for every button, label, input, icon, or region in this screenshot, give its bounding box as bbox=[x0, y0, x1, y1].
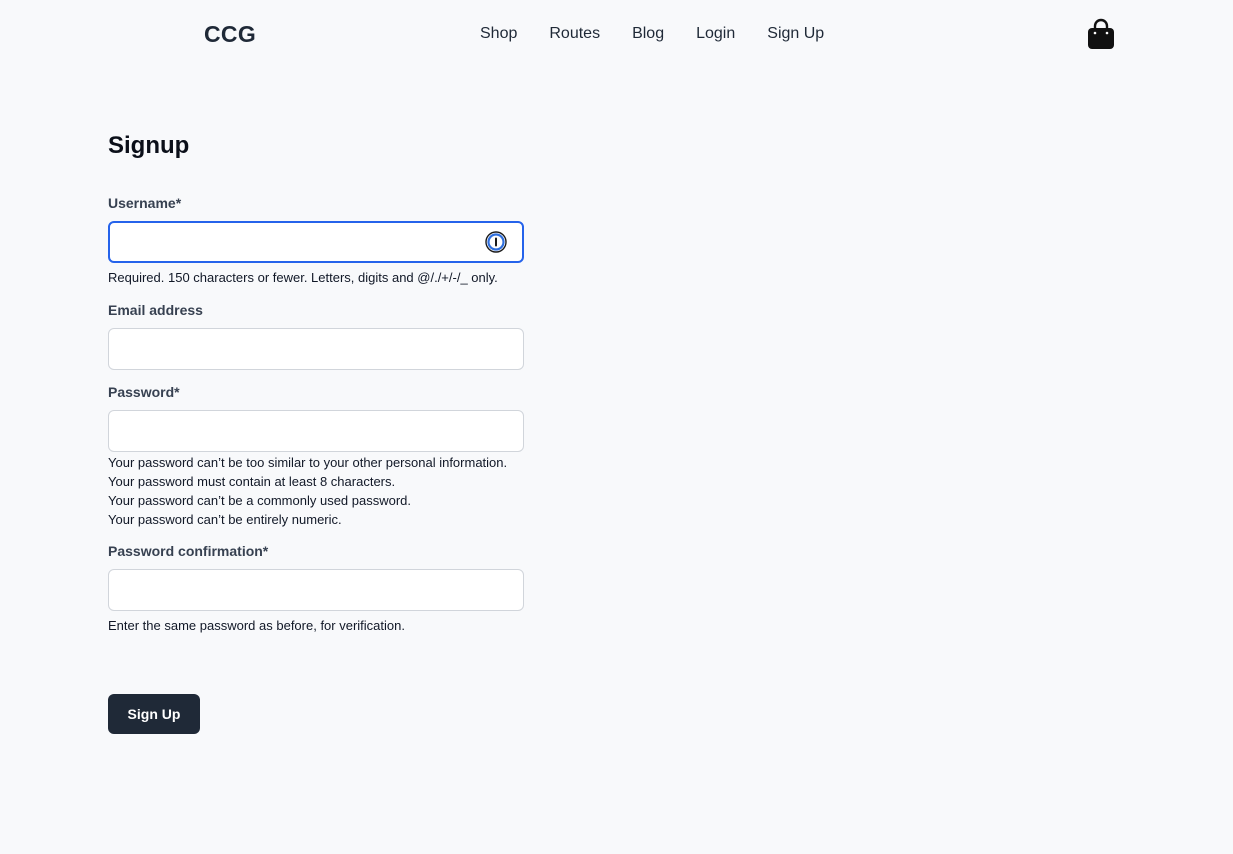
nav-links: Shop Routes Blog Login Sign Up bbox=[480, 23, 856, 45]
username-input[interactable] bbox=[108, 221, 524, 263]
password-help-item: Your password can’t be a commonly used p… bbox=[108, 493, 412, 508]
password-confirmation-input[interactable] bbox=[108, 569, 524, 611]
password-confirmation-group: Password confirmation* Enter the same pa… bbox=[108, 541, 538, 635]
nav-link-login[interactable]: Login bbox=[696, 23, 735, 45]
email-input[interactable] bbox=[108, 328, 524, 370]
password-help-item: Your password must contain at least 8 ch… bbox=[108, 474, 396, 489]
nav-link-sign-up[interactable]: Sign Up bbox=[767, 23, 824, 45]
signup-form: Username* Required. 150 characters or fe… bbox=[108, 193, 538, 635]
password-help-list: Your password can’t be too similar to yo… bbox=[108, 453, 538, 529]
nav-link-routes[interactable]: Routes bbox=[549, 23, 600, 45]
password-confirmation-input-wrap bbox=[108, 569, 524, 611]
username-group: Username* Required. 150 characters or fe… bbox=[108, 193, 538, 287]
email-group: Email address bbox=[108, 300, 538, 370]
shopping-bag-icon[interactable] bbox=[1087, 18, 1115, 50]
password-manager-icon[interactable] bbox=[485, 231, 507, 253]
password-input[interactable] bbox=[108, 410, 524, 452]
top-navbar: CCG Shop Routes Blog Login Sign Up bbox=[0, 0, 1233, 70]
sign-up-button[interactable]: Sign Up bbox=[108, 694, 200, 734]
password-input-wrap bbox=[108, 410, 524, 452]
password-confirmation-label: Password confirmation* bbox=[108, 543, 269, 559]
password-help-item: Your password can’t be entirely numeric. bbox=[108, 512, 342, 527]
page-title: Signup bbox=[108, 132, 190, 159]
username-help-text: Required. 150 characters or fewer. Lette… bbox=[108, 270, 498, 285]
brand-logo-link[interactable]: CCG bbox=[204, 20, 256, 48]
username-label: Username* bbox=[108, 195, 182, 211]
nav-link-shop[interactable]: Shop bbox=[480, 23, 517, 45]
password-confirmation-help-text: Enter the same password as before, for v… bbox=[108, 618, 405, 633]
username-input-wrap bbox=[108, 221, 524, 263]
password-group: Password* Your password can’t be too sim… bbox=[108, 382, 538, 529]
email-input-wrap bbox=[108, 328, 524, 370]
nav-link-blog[interactable]: Blog bbox=[632, 23, 664, 45]
email-label: Email address bbox=[108, 302, 203, 318]
password-label: Password* bbox=[108, 384, 180, 400]
password-help-item: Your password can’t be too similar to yo… bbox=[108, 455, 508, 470]
